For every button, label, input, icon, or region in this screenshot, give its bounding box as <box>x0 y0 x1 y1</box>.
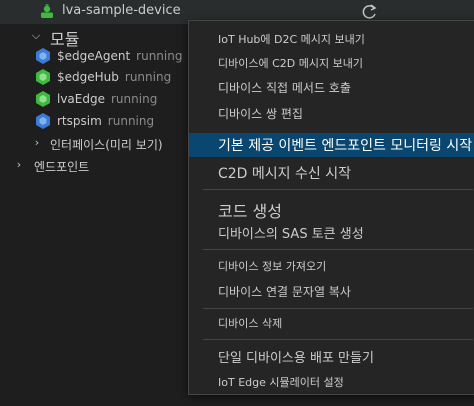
chevron-down-icon: ⌵ <box>31 29 41 42</box>
module-blue-icon <box>36 113 50 129</box>
menu-item-edit-device-twin[interactable]: 디바이스 쌍 편집 <box>189 101 474 125</box>
menu-item-send-d2c[interactable]: IoT Hub에 D2C 메시지 보내기 <box>189 27 474 51</box>
module-name: $edgeAgent <box>57 49 131 63</box>
chevron-right-icon: › <box>34 136 40 149</box>
menu-item-delete-device[interactable]: 디바이스 삭제 <box>189 311 474 335</box>
menu-separator <box>203 189 473 190</box>
menu-item-get-device-info[interactable]: 디바이스 정보 가져오기 <box>189 254 474 278</box>
menu-item-start-receive-c2d[interactable]: C2D 메시지 수신 시작 <box>189 161 474 185</box>
endpoints-label: 엔드포인트 <box>34 160 90 174</box>
module-status: running <box>124 70 172 84</box>
module-name: lvaEdge <box>57 92 105 106</box>
module-status: running <box>111 92 158 106</box>
chevron-right-icon: › <box>16 158 22 171</box>
module-status: running <box>107 114 155 128</box>
menu-item-generate-code[interactable]: 코드 생성 <box>189 198 474 222</box>
menu-item-start-monitoring-endpoint[interactable]: 기본 제공 이벤트 엔드포인트 모니터링 시작 <box>189 133 474 157</box>
menu-item-generate-sas-token[interactable]: 디바이스의 SAS 토큰 생성 <box>189 220 474 244</box>
interfaces-label: 인터페이스(미리 보기) <box>50 138 163 152</box>
module-name: rtspsim <box>57 114 102 128</box>
menu-separator <box>203 339 473 340</box>
module-green-icon <box>36 91 50 107</box>
module-status: running <box>136 49 183 63</box>
menu-item-create-deployment[interactable]: 단일 디바이스용 배포 만들기 <box>189 344 474 368</box>
module-name: $edgeHub <box>57 70 119 84</box>
module-green-icon <box>36 69 50 85</box>
menu-item-copy-connection-string[interactable]: 디바이스 연결 문자열 복사 <box>189 279 474 303</box>
refresh-icon[interactable] <box>360 3 380 21</box>
context-menu: IoT Hub에 D2C 메시지 보내기 디바이스에 C2D 메시지 보내기 디… <box>188 20 474 395</box>
device-label: lva-sample-device <box>62 3 181 18</box>
menu-separator <box>203 249 473 250</box>
device-icon <box>41 4 53 18</box>
module-blue-icon <box>36 48 50 64</box>
menu-item-send-c2d[interactable]: 디바이스에 C2D 메시지 보내기 <box>189 51 474 75</box>
menu-item-invoke-direct-method[interactable]: 디바이스 직접 메서드 호출 <box>189 75 474 99</box>
menu-item-setup-iot-edge-simulator[interactable]: IoT Edge 시뮬레이터 설정 <box>189 370 474 394</box>
menu-separator <box>203 308 473 309</box>
